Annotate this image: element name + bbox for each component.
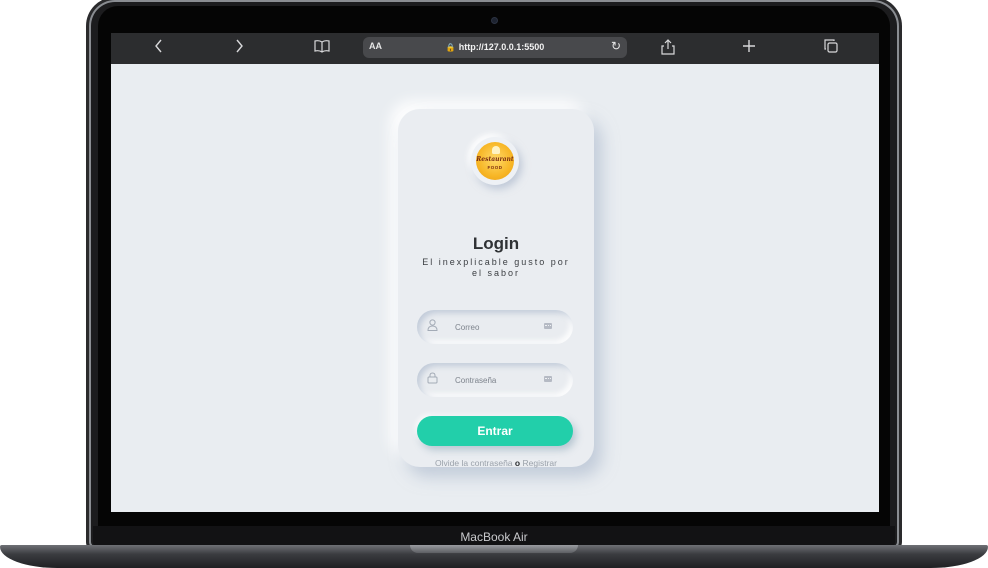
- login-subtitle: El inexplicable gusto por el sabor: [422, 257, 570, 278]
- chevron-left-icon[interactable]: [148, 39, 170, 58]
- chevron-right-icon[interactable]: [228, 39, 250, 58]
- reload-icon[interactable]: ↻: [611, 39, 621, 53]
- address-bar[interactable]: AA 🔒 http://127.0.0.1:5500 ↻: [363, 37, 627, 58]
- submit-button[interactable]: Entrar: [417, 416, 573, 446]
- login-card: Restaurant FOOD Login El inexplicable gu…: [398, 109, 594, 468]
- tabs-icon[interactable]: [820, 39, 842, 58]
- laptop-hinge-notch: [410, 545, 578, 553]
- lock-icon: 🔒: [445, 43, 456, 52]
- logo-text: Restaurant: [476, 156, 514, 163]
- plus-icon[interactable]: [738, 39, 760, 58]
- book-icon[interactable]: [311, 39, 333, 58]
- chef-hat-icon: [492, 146, 500, 154]
- browser-toolbar: AA 🔒 http://127.0.0.1:5500 ↻: [111, 33, 879, 64]
- url-display: 🔒 http://127.0.0.1:5500: [363, 42, 627, 52]
- links-separator: o: [514, 458, 521, 468]
- logo-disc: Restaurant FOOD: [476, 142, 514, 180]
- share-icon[interactable]: [657, 39, 679, 60]
- login-title: Login: [472, 234, 520, 253]
- device-brand-label: MacBook Air: [460, 530, 528, 544]
- email-field[interactable]: [417, 310, 573, 344]
- password-field[interactable]: [417, 363, 573, 397]
- restaurant-logo: Restaurant FOOD: [471, 137, 519, 185]
- logo-subtext: FOOD: [487, 165, 503, 170]
- lock-icon: [427, 372, 439, 386]
- auth-links: Olvide la contraseña o Registrar: [398, 458, 594, 468]
- user-icon: [427, 319, 439, 333]
- camera-icon: [492, 18, 497, 23]
- browser-screen: AA 🔒 http://127.0.0.1:5500 ↻ Restaurant F…: [111, 33, 879, 512]
- password-input[interactable]: [455, 363, 545, 397]
- autofill-key-icon[interactable]: [544, 323, 552, 329]
- register-link[interactable]: Registrar: [522, 458, 556, 468]
- url-text: http://127.0.0.1:5500: [458, 42, 545, 52]
- email-input[interactable]: [455, 310, 545, 344]
- forgot-password-link[interactable]: Olvide la contraseña: [435, 458, 513, 468]
- autofill-key-icon[interactable]: [544, 376, 552, 382]
